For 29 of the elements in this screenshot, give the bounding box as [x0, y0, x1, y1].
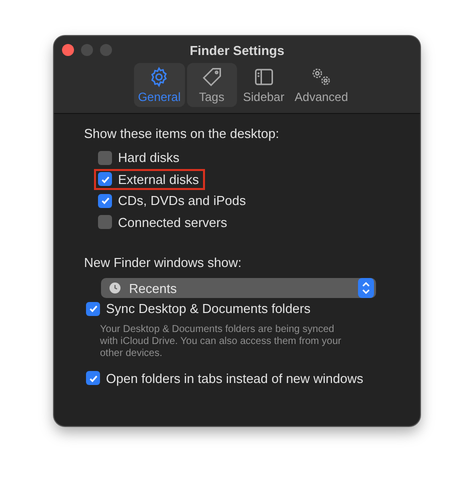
gears-icon — [310, 66, 332, 88]
close-button[interactable] — [62, 44, 74, 56]
tag-icon — [200, 66, 223, 88]
checkbox[interactable] — [98, 150, 112, 165]
checkbox-label: CDs, DVDs and iPods — [118, 193, 246, 208]
checkbox-label: Hard disks — [118, 150, 180, 166]
section-label: Show these items on the desktop: — [84, 126, 280, 141]
description-text: Your Desktop & Documents folders are being synced with iCloud Drive. You can also access them from your other devices. — [100, 324, 342, 360]
checkmark-icon — [100, 195, 110, 206]
toolbar-tab[interactable]: Tags — [186, 63, 237, 107]
checkbox[interactable] — [98, 215, 112, 230]
checkbox-label: External disks — [118, 172, 199, 187]
checkbox-label: Open folders in tabs instead of new windows — [106, 370, 364, 386]
checkmark-icon — [88, 303, 98, 314]
window-title: Finder Settings — [190, 42, 284, 58]
location-dropdown[interactable]: Recents — [101, 278, 376, 298]
checkbox[interactable] — [86, 371, 100, 386]
checkbox[interactable] — [98, 172, 112, 186]
toolbar-tab[interactable]: Advanced — [290, 63, 352, 107]
toolbar-tab[interactable]: Sidebar — [238, 63, 289, 107]
checkbox-label: Connected servers — [118, 214, 228, 230]
toolbar-tab[interactable]: General — [134, 63, 185, 107]
stepper-icon — [358, 278, 374, 298]
field-label: New Finder windows show: — [84, 255, 243, 270]
sidebar-icon — [252, 66, 275, 88]
checkbox[interactable] — [86, 302, 100, 316]
clock-icon — [109, 282, 121, 294]
checkbox[interactable] — [98, 194, 112, 208]
checkbox-label: Sync Desktop & Documents folders — [106, 301, 310, 316]
